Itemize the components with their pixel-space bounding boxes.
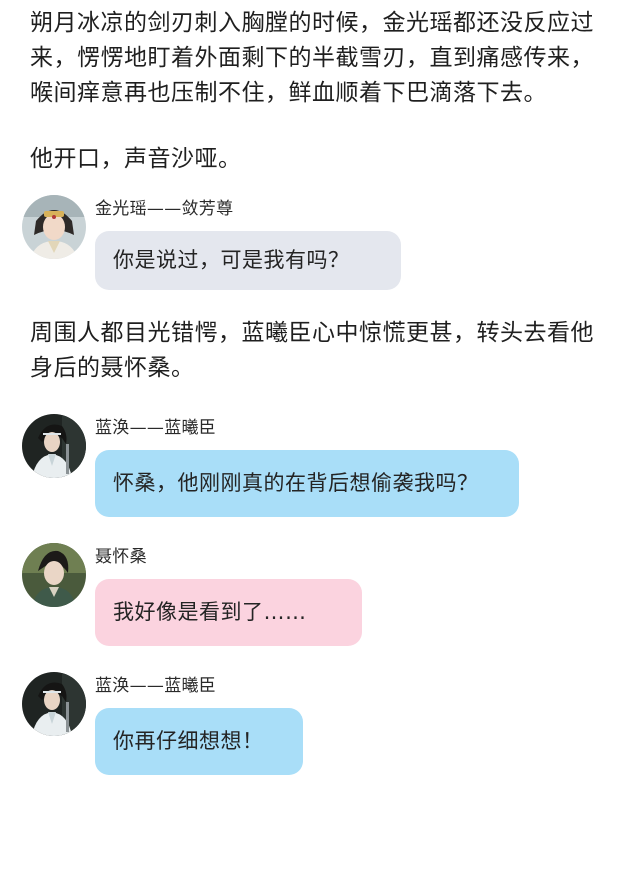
narration-paragraph-1: 朔月冰凉的剑刃刺入胸膛的时候，金光瑶都还没反应过来，愣愣地盯着外面剩下的半截雪刃…: [30, 10, 594, 106]
narration-block: 周围人都目光错愕，蓝曦臣心中惊慌更甚，转头去看他身后的聂怀桑。: [30, 316, 610, 386]
lan-xichen-avatar[interactable]: [22, 672, 86, 736]
message-bubble: 你再仔细想想！: [95, 708, 303, 775]
speaker-name: 蓝涣——蓝曦臣: [95, 418, 217, 438]
speaker-name: 金光瑶——敛芳尊: [95, 199, 234, 219]
avatar-icon: [22, 414, 86, 478]
jin-guangyao-avatar[interactable]: [22, 195, 86, 259]
chat-message: 聂怀桑 我好像是看到了……: [22, 543, 610, 646]
speaker-name: 聂怀桑: [95, 547, 147, 567]
story-page: 朔月冰凉的剑刃刺入胸膛的时候，金光瑶都还没反应过来，愣愣地盯着外面剩下的半截雪刃…: [0, 0, 640, 887]
chat-message: 蓝涣——蓝曦臣 怀桑，他刚刚真的在背后想偷袭我吗？: [22, 414, 610, 517]
avatar-icon: [22, 195, 86, 259]
avatar-icon: [22, 543, 86, 607]
chat-body: 蓝涣——蓝曦臣 你再仔细想想！: [95, 672, 303, 775]
lan-xichen-avatar[interactable]: [22, 414, 86, 478]
chat-body: 蓝涣——蓝曦臣 怀桑，他刚刚真的在背后想偷袭我吗？: [95, 414, 519, 517]
chat-body: 金光瑶——敛芳尊 你是说过，可是我有吗？: [95, 195, 401, 290]
chat-message: 金光瑶——敛芳尊 你是说过，可是我有吗？: [22, 195, 610, 290]
speaker-name: 蓝涣——蓝曦臣: [95, 676, 217, 696]
chat-message: 蓝涣——蓝曦臣 你再仔细想想！: [22, 672, 610, 775]
message-bubble: 你是说过，可是我有吗？: [95, 231, 401, 290]
avatar-icon: [22, 672, 86, 736]
message-bubble: 我好像是看到了……: [95, 579, 362, 646]
message-bubble: 怀桑，他刚刚真的在背后想偷袭我吗？: [95, 450, 519, 517]
chat-body: 聂怀桑 我好像是看到了……: [95, 543, 362, 646]
nie-huaisang-avatar[interactable]: [22, 543, 86, 607]
narration-paragraph-2: 他开口，声音沙哑。: [30, 146, 242, 172]
narration-paragraph-3: 周围人都目光错愕，蓝曦臣心中惊慌更甚，转头去看他身后的聂怀桑。: [30, 320, 594, 381]
